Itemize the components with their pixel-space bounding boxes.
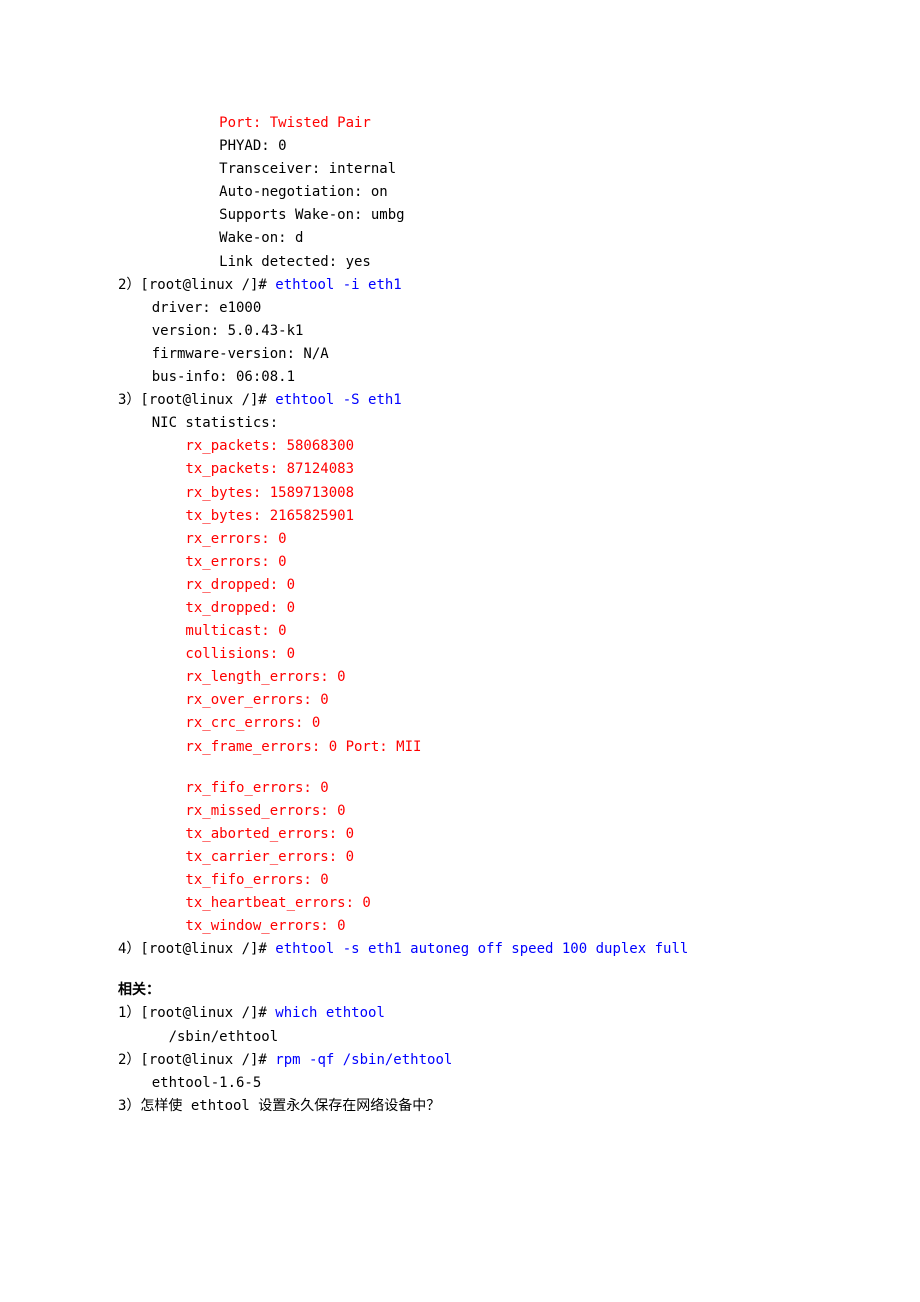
command-ethtool-s-upper: ethtool -S eth1 [275, 392, 401, 408]
prompt-line-3: 3）[root@linux /]# ethtool -S eth1 [118, 389, 802, 412]
output-firmware-version: firmware-version: N/A [118, 343, 802, 366]
output-bus-info: bus-info: 06:08.1 [118, 366, 802, 389]
related-question-3: 3）怎样使 ethtool 设置永久保存在网络设备中？ [118, 1095, 802, 1118]
command-ethtool-s-set: ethtool -s eth1 autoneg off speed 100 du… [275, 941, 688, 957]
stat-rx-crc-errors: rx_crc_errors: 0 [118, 712, 802, 735]
blank-line [118, 759, 802, 777]
stat-tx-dropped: tx_dropped: 0 [118, 597, 802, 620]
stat-rx-length-errors: rx_length_errors: 0 [118, 666, 802, 689]
stat-rx-packets: rx_packets: 58068300 [118, 435, 802, 458]
stat-rx-missed-errors: rx_missed_errors: 0 [118, 800, 802, 823]
shell-prompt: 3）[root@linux /]# [118, 392, 275, 408]
command-ethtool-i: ethtool -i eth1 [275, 277, 401, 293]
output-link-detected: Link detected: yes [118, 251, 802, 274]
related-prompt-1: 1）[root@linux /]# which ethtool [118, 1002, 802, 1025]
stat-rx-frame-errors: rx_frame_errors: 0 Port: MII [118, 736, 802, 759]
command-rpm-qf: rpm -qf /sbin/ethtool [275, 1052, 452, 1068]
prompt-line-4: 4）[root@linux /]# ethtool -s eth1 autone… [118, 938, 802, 961]
command-which-ethtool: which ethtool [275, 1005, 385, 1021]
shell-prompt: 4）[root@linux /]# [118, 941, 275, 957]
stat-multicast: multicast: 0 [118, 620, 802, 643]
stat-rx-errors: rx_errors: 0 [118, 528, 802, 551]
section-heading-related: 相关： [118, 979, 802, 1002]
prompt-line-2: 2）[root@linux /]# ethtool -i eth1 [118, 274, 802, 297]
output-which-path: /sbin/ethtool [118, 1026, 802, 1049]
related-prompt-2: 2）[root@linux /]# rpm -qf /sbin/ethtool [118, 1049, 802, 1072]
stat-tx-bytes: tx_bytes: 2165825901 [118, 505, 802, 528]
stat-rx-over-errors: rx_over_errors: 0 [118, 689, 802, 712]
section-gap [118, 961, 802, 979]
output-auto-negotiation: Auto-negotiation: on [118, 181, 802, 204]
stat-tx-packets: tx_packets: 87124083 [118, 458, 802, 481]
stat-rx-bytes: rx_bytes: 1589713008 [118, 482, 802, 505]
output-rpm-package: ethtool-1.6-5 [118, 1072, 802, 1095]
output-transceiver: Transceiver: internal [118, 158, 802, 181]
stat-tx-fifo-errors: tx_fifo_errors: 0 [118, 869, 802, 892]
stat-rx-fifo-errors: rx_fifo_errors: 0 [118, 777, 802, 800]
shell-prompt: 2）[root@linux /]# [118, 1052, 275, 1068]
shell-prompt: 1）[root@linux /]# [118, 1005, 275, 1021]
output-version: version: 5.0.43-k1 [118, 320, 802, 343]
output-supports-wake-on: Supports Wake-on: umbg [118, 204, 802, 227]
stat-tx-errors: tx_errors: 0 [118, 551, 802, 574]
stat-tx-carrier-errors: tx_carrier_errors: 0 [118, 846, 802, 869]
stat-tx-window-errors: tx_window_errors: 0 [118, 915, 802, 938]
document-page: Port: Twisted Pair PHYAD: 0 Transceiver:… [0, 0, 920, 1158]
shell-prompt: 2）[root@linux /]# [118, 277, 275, 293]
stat-rx-dropped: rx_dropped: 0 [118, 574, 802, 597]
output-phyad: PHYAD: 0 [118, 135, 802, 158]
output-wake-on: Wake-on: d [118, 227, 802, 250]
output-driver: driver: e1000 [118, 297, 802, 320]
stat-tx-aborted-errors: tx_aborted_errors: 0 [118, 823, 802, 846]
output-port: Port: Twisted Pair [118, 112, 802, 135]
stat-tx-heartbeat-errors: tx_heartbeat_errors: 0 [118, 892, 802, 915]
output-nic-statistics: NIC statistics: [118, 412, 802, 435]
stat-collisions: collisions: 0 [118, 643, 802, 666]
